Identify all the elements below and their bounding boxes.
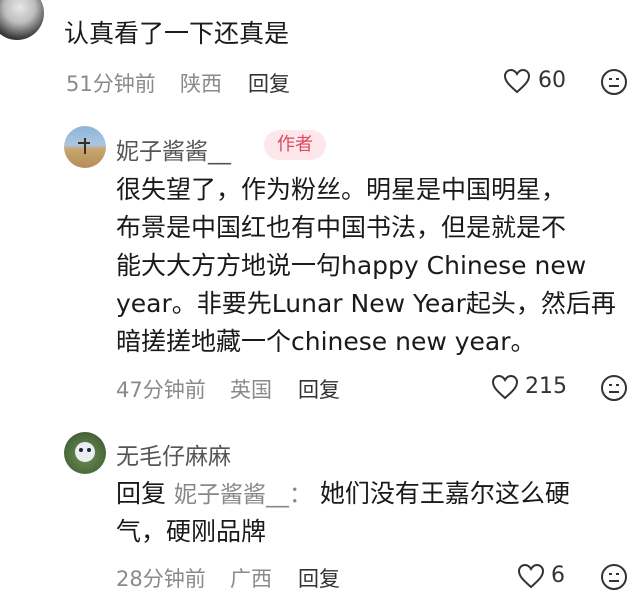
commenter-avatar[interactable] [64,432,106,474]
comment-location: 广西 [230,567,272,591]
comment-text-line: year。非要先Lunar New Year起头，然后再 [116,289,616,318]
comment-text: 认真看了一下还真是 [64,19,290,48]
heart-outline-icon[interactable] [503,68,531,94]
comment-time: 51分钟前 [66,72,156,96]
like-count: 215 [525,374,567,399]
avatar-detail [87,448,91,452]
reply-button[interactable]: 回复 [298,374,340,404]
comment-text-line: 布景是中国红也有中国书法，但是就是不 [116,213,567,242]
comment-time: 47分钟前 [116,378,206,402]
comment-time: 28分钟前 [116,567,206,591]
comment-text-line: 很失望了，作为粉丝。明星是中国明星， [116,175,567,204]
comment-text-line: 能大大方方地说一句happy Chinese new [116,251,587,280]
reply-prefix: 回复 [116,479,167,508]
smiley-face-icon[interactable] [600,374,628,402]
smiley-face-icon[interactable] [600,68,628,96]
avatar-detail [84,138,86,154]
author-badge: 作者 [264,130,326,160]
reply-button[interactable]: 回复 [248,68,290,98]
reply-button[interactable]: 回复 [298,563,340,593]
comment-text-line: 暗搓搓地藏一个chinese new year。 [116,327,536,356]
avatar-detail [79,448,83,452]
comment-username[interactable]: 无毛仔麻麻 [116,437,231,471]
avatar-detail [75,442,95,462]
heart-outline-icon[interactable] [491,374,519,400]
commenter-avatar[interactable] [64,126,106,168]
reply-text: 她们没有王嘉尔这么硬 [319,479,570,508]
comment-location: 英国 [230,378,272,402]
comment-username[interactable]: 妮子酱酱__ [116,132,231,166]
smiley-face-icon[interactable] [600,563,628,591]
commenter-avatar[interactable] [0,0,44,40]
like-count: 60 [538,68,566,93]
comment-location: 陕西 [180,72,222,96]
avatar-detail [78,142,90,144]
reply-target-username[interactable]: 妮子酱酱__： [174,482,312,508]
heart-outline-icon[interactable] [517,563,545,589]
reply-text-line: 气，硬刚品牌 [116,517,267,546]
reply-text-line: 回复 妮子酱酱__： 她们没有王嘉尔这么硬 [116,476,570,513]
like-count: 6 [551,563,565,588]
